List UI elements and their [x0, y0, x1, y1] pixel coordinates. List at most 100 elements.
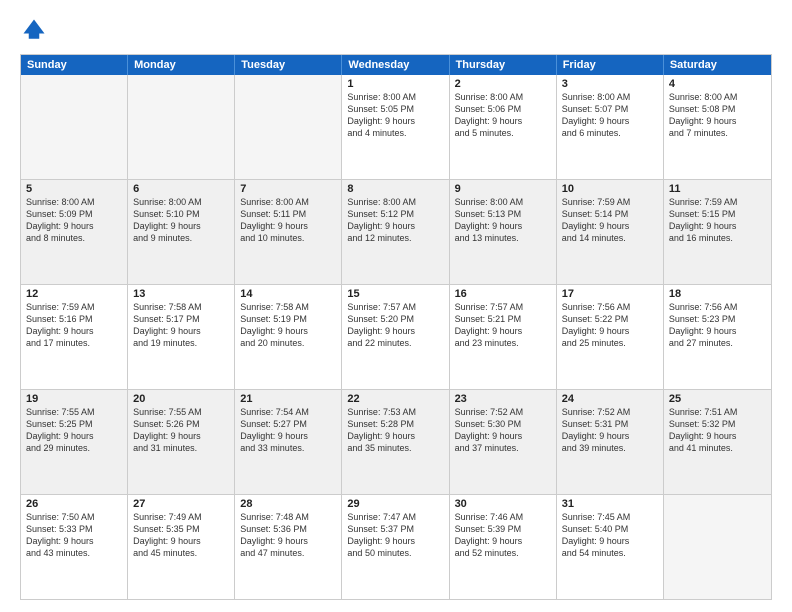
day-number: 2 [455, 78, 551, 90]
cell-info: Sunrise: 7:57 AMSunset: 5:21 PMDaylight:… [455, 301, 551, 350]
calendar-cell: 8Sunrise: 8:00 AMSunset: 5:12 PMDaylight… [342, 180, 449, 284]
day-number: 17 [562, 288, 658, 300]
day-number: 10 [562, 183, 658, 195]
logo-icon [20, 16, 48, 44]
cell-info: Sunrise: 8:00 AMSunset: 5:09 PMDaylight:… [26, 196, 122, 245]
cell-info: Sunrise: 7:50 AMSunset: 5:33 PMDaylight:… [26, 511, 122, 560]
calendar-cell: 21Sunrise: 7:54 AMSunset: 5:27 PMDayligh… [235, 390, 342, 494]
day-number: 8 [347, 183, 443, 195]
cell-info: Sunrise: 8:00 AMSunset: 5:06 PMDaylight:… [455, 91, 551, 140]
calendar-cell: 6Sunrise: 8:00 AMSunset: 5:10 PMDaylight… [128, 180, 235, 284]
cell-info: Sunrise: 7:55 AMSunset: 5:26 PMDaylight:… [133, 406, 229, 455]
calendar-cell: 3Sunrise: 8:00 AMSunset: 5:07 PMDaylight… [557, 75, 664, 179]
calendar-cell: 16Sunrise: 7:57 AMSunset: 5:21 PMDayligh… [450, 285, 557, 389]
cell-info: Sunrise: 7:58 AMSunset: 5:19 PMDaylight:… [240, 301, 336, 350]
calendar-row-4: 19Sunrise: 7:55 AMSunset: 5:25 PMDayligh… [21, 390, 771, 495]
calendar-cell: 26Sunrise: 7:50 AMSunset: 5:33 PMDayligh… [21, 495, 128, 599]
day-number: 12 [26, 288, 122, 300]
weekday-header-monday: Monday [128, 55, 235, 75]
calendar-cell: 19Sunrise: 7:55 AMSunset: 5:25 PMDayligh… [21, 390, 128, 494]
day-number: 31 [562, 498, 658, 510]
calendar-cell [664, 495, 771, 599]
cell-info: Sunrise: 8:00 AMSunset: 5:07 PMDaylight:… [562, 91, 658, 140]
calendar-cell: 7Sunrise: 8:00 AMSunset: 5:11 PMDaylight… [235, 180, 342, 284]
calendar-cell [21, 75, 128, 179]
day-number: 5 [26, 183, 122, 195]
day-number: 19 [26, 393, 122, 405]
calendar-cell: 13Sunrise: 7:58 AMSunset: 5:17 PMDayligh… [128, 285, 235, 389]
day-number: 16 [455, 288, 551, 300]
calendar-cell: 25Sunrise: 7:51 AMSunset: 5:32 PMDayligh… [664, 390, 771, 494]
day-number: 24 [562, 393, 658, 405]
calendar: SundayMondayTuesdayWednesdayThursdayFrid… [20, 54, 772, 600]
calendar-cell: 23Sunrise: 7:52 AMSunset: 5:30 PMDayligh… [450, 390, 557, 494]
day-number: 7 [240, 183, 336, 195]
calendar-header: SundayMondayTuesdayWednesdayThursdayFrid… [21, 55, 771, 75]
calendar-row-1: 1Sunrise: 8:00 AMSunset: 5:05 PMDaylight… [21, 75, 771, 180]
weekday-header-tuesday: Tuesday [235, 55, 342, 75]
cell-info: Sunrise: 7:56 AMSunset: 5:23 PMDaylight:… [669, 301, 766, 350]
day-number: 1 [347, 78, 443, 90]
cell-info: Sunrise: 7:52 AMSunset: 5:30 PMDaylight:… [455, 406, 551, 455]
cell-info: Sunrise: 7:59 AMSunset: 5:16 PMDaylight:… [26, 301, 122, 350]
cell-info: Sunrise: 7:59 AMSunset: 5:15 PMDaylight:… [669, 196, 766, 245]
weekday-header-sunday: Sunday [21, 55, 128, 75]
cell-info: Sunrise: 7:49 AMSunset: 5:35 PMDaylight:… [133, 511, 229, 560]
calendar-cell: 20Sunrise: 7:55 AMSunset: 5:26 PMDayligh… [128, 390, 235, 494]
cell-info: Sunrise: 7:46 AMSunset: 5:39 PMDaylight:… [455, 511, 551, 560]
calendar-cell: 9Sunrise: 8:00 AMSunset: 5:13 PMDaylight… [450, 180, 557, 284]
header [20, 16, 772, 44]
day-number: 18 [669, 288, 766, 300]
day-number: 14 [240, 288, 336, 300]
calendar-cell [235, 75, 342, 179]
weekday-header-saturday: Saturday [664, 55, 771, 75]
cell-info: Sunrise: 8:00 AMSunset: 5:08 PMDaylight:… [669, 91, 766, 140]
calendar-row-3: 12Sunrise: 7:59 AMSunset: 5:16 PMDayligh… [21, 285, 771, 390]
calendar-cell: 22Sunrise: 7:53 AMSunset: 5:28 PMDayligh… [342, 390, 449, 494]
day-number: 27 [133, 498, 229, 510]
cell-info: Sunrise: 8:00 AMSunset: 5:13 PMDaylight:… [455, 196, 551, 245]
day-number: 6 [133, 183, 229, 195]
cell-info: Sunrise: 7:55 AMSunset: 5:25 PMDaylight:… [26, 406, 122, 455]
cell-info: Sunrise: 7:52 AMSunset: 5:31 PMDaylight:… [562, 406, 658, 455]
day-number: 13 [133, 288, 229, 300]
calendar-cell: 1Sunrise: 8:00 AMSunset: 5:05 PMDaylight… [342, 75, 449, 179]
cell-info: Sunrise: 7:51 AMSunset: 5:32 PMDaylight:… [669, 406, 766, 455]
day-number: 3 [562, 78, 658, 90]
day-number: 11 [669, 183, 766, 195]
cell-info: Sunrise: 8:00 AMSunset: 5:10 PMDaylight:… [133, 196, 229, 245]
calendar-cell: 2Sunrise: 8:00 AMSunset: 5:06 PMDaylight… [450, 75, 557, 179]
calendar-cell: 27Sunrise: 7:49 AMSunset: 5:35 PMDayligh… [128, 495, 235, 599]
cell-info: Sunrise: 7:57 AMSunset: 5:20 PMDaylight:… [347, 301, 443, 350]
calendar-cell: 4Sunrise: 8:00 AMSunset: 5:08 PMDaylight… [664, 75, 771, 179]
day-number: 15 [347, 288, 443, 300]
cell-info: Sunrise: 7:58 AMSunset: 5:17 PMDaylight:… [133, 301, 229, 350]
day-number: 28 [240, 498, 336, 510]
page: SundayMondayTuesdayWednesdayThursdayFrid… [0, 0, 792, 612]
calendar-row-5: 26Sunrise: 7:50 AMSunset: 5:33 PMDayligh… [21, 495, 771, 599]
cell-info: Sunrise: 7:54 AMSunset: 5:27 PMDaylight:… [240, 406, 336, 455]
cell-info: Sunrise: 7:59 AMSunset: 5:14 PMDaylight:… [562, 196, 658, 245]
calendar-cell: 29Sunrise: 7:47 AMSunset: 5:37 PMDayligh… [342, 495, 449, 599]
day-number: 22 [347, 393, 443, 405]
day-number: 21 [240, 393, 336, 405]
calendar-cell: 10Sunrise: 7:59 AMSunset: 5:14 PMDayligh… [557, 180, 664, 284]
calendar-cell: 24Sunrise: 7:52 AMSunset: 5:31 PMDayligh… [557, 390, 664, 494]
day-number: 4 [669, 78, 766, 90]
day-number: 25 [669, 393, 766, 405]
cell-info: Sunrise: 7:56 AMSunset: 5:22 PMDaylight:… [562, 301, 658, 350]
day-number: 30 [455, 498, 551, 510]
day-number: 23 [455, 393, 551, 405]
calendar-cell: 31Sunrise: 7:45 AMSunset: 5:40 PMDayligh… [557, 495, 664, 599]
weekday-header-friday: Friday [557, 55, 664, 75]
calendar-cell: 17Sunrise: 7:56 AMSunset: 5:22 PMDayligh… [557, 285, 664, 389]
calendar-cell: 12Sunrise: 7:59 AMSunset: 5:16 PMDayligh… [21, 285, 128, 389]
calendar-cell: 18Sunrise: 7:56 AMSunset: 5:23 PMDayligh… [664, 285, 771, 389]
cell-info: Sunrise: 7:47 AMSunset: 5:37 PMDaylight:… [347, 511, 443, 560]
logo [20, 16, 52, 44]
cell-info: Sunrise: 8:00 AMSunset: 5:05 PMDaylight:… [347, 91, 443, 140]
calendar-cell: 5Sunrise: 8:00 AMSunset: 5:09 PMDaylight… [21, 180, 128, 284]
cell-info: Sunrise: 8:00 AMSunset: 5:11 PMDaylight:… [240, 196, 336, 245]
calendar-cell: 30Sunrise: 7:46 AMSunset: 5:39 PMDayligh… [450, 495, 557, 599]
cell-info: Sunrise: 7:48 AMSunset: 5:36 PMDaylight:… [240, 511, 336, 560]
